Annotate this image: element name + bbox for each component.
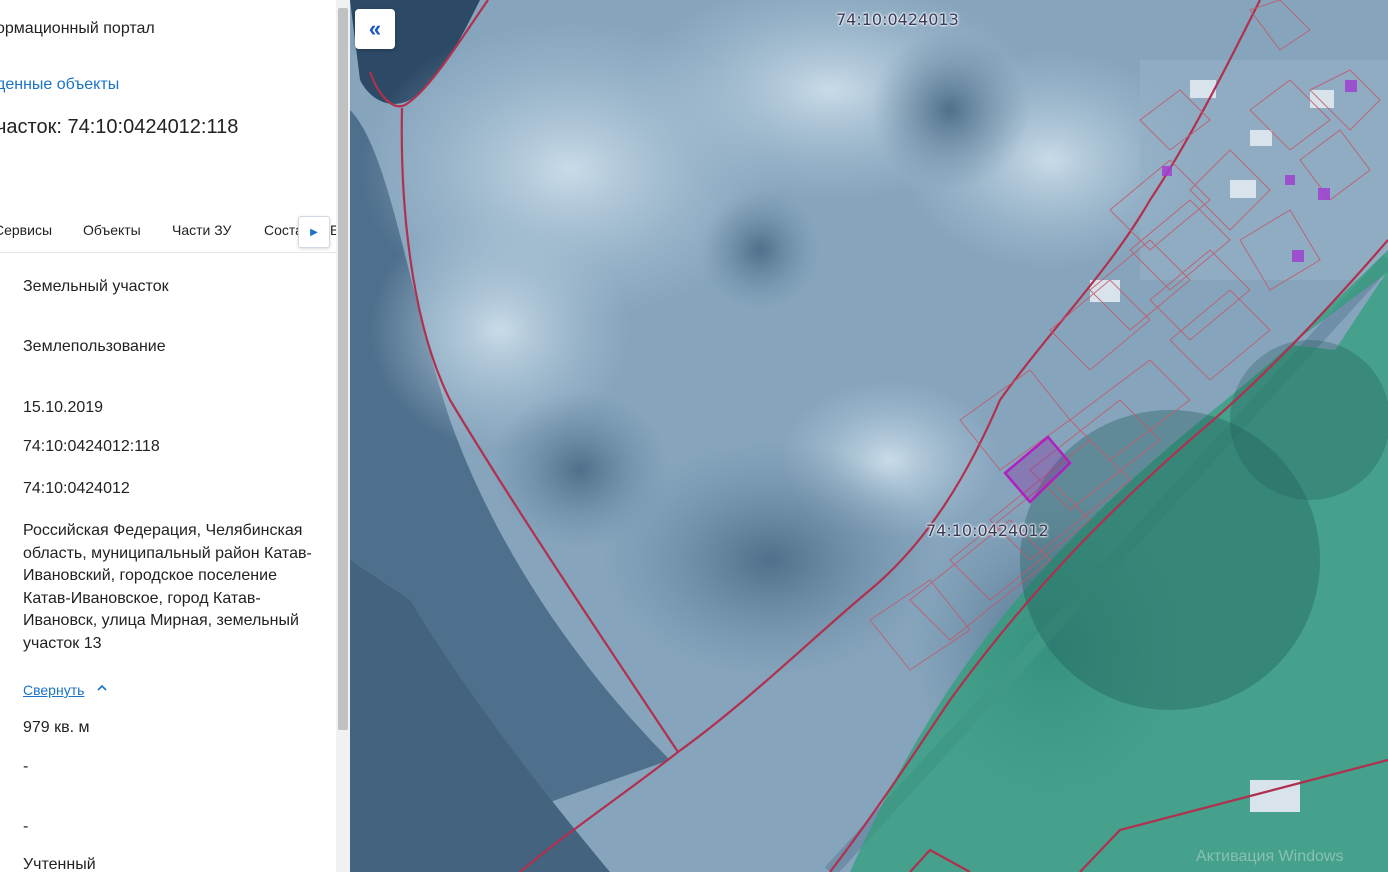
panel-scrollbar[interactable] bbox=[336, 0, 350, 872]
address-value: Российская Федерация, Челябинская област… bbox=[23, 522, 312, 652]
chevron-up-icon[interactable] bbox=[96, 682, 108, 696]
windows-activation-watermark: Активация Windows bbox=[1196, 848, 1344, 865]
tab-services[interactable]: Сервисы bbox=[0, 222, 52, 238]
object-type-value: Земельный участок bbox=[23, 278, 169, 295]
collapse-panel-button[interactable]: « bbox=[355, 9, 395, 49]
cadastral-number-value: 74:10:0424012:118 bbox=[23, 438, 160, 455]
satellite-map[interactable] bbox=[350, 0, 1388, 872]
category-value: Землепользование bbox=[23, 338, 166, 355]
empty-value-1: - bbox=[23, 758, 29, 775]
quarter-label-main[interactable]: 74:10:0424012 bbox=[926, 521, 1049, 540]
map-view[interactable]: 74:10:0424013 74:10:0424012 bbox=[350, 0, 1388, 872]
tab-parcel-parts[interactable]: Части ЗУ bbox=[172, 222, 231, 238]
status-value: Учтенный bbox=[23, 856, 96, 872]
collapse-link[interactable]: Свернуть bbox=[23, 682, 84, 698]
scrollbar-thumb[interactable] bbox=[338, 8, 348, 730]
date-value: 15.10.2019 bbox=[23, 399, 104, 416]
quarter-value: 74:10:0424012 bbox=[23, 480, 130, 497]
double-chevron-left-icon: « bbox=[368, 16, 382, 41]
tab-scroll-right-button[interactable]: ▶ bbox=[298, 216, 330, 248]
chevron-right-icon: ▶ bbox=[310, 226, 318, 238]
area-value: 979 кв. м bbox=[23, 719, 90, 736]
quarter-label-north[interactable]: 74:10:0424013 bbox=[836, 10, 959, 29]
info-panel: ормационный портал денные объекты часток… bbox=[0, 0, 336, 872]
parcel-heading: часток: 74:10:0424012:118 bbox=[0, 116, 239, 138]
tab-bar: Сервисы Объекты Части ЗУ Соста Б bbox=[0, 206, 336, 253]
found-objects-link[interactable]: денные объекты bbox=[0, 76, 119, 94]
portal-title: ормационный портал bbox=[0, 20, 155, 37]
empty-value-2: - bbox=[23, 818, 29, 835]
tab-objects[interactable]: Объекты bbox=[83, 222, 141, 238]
